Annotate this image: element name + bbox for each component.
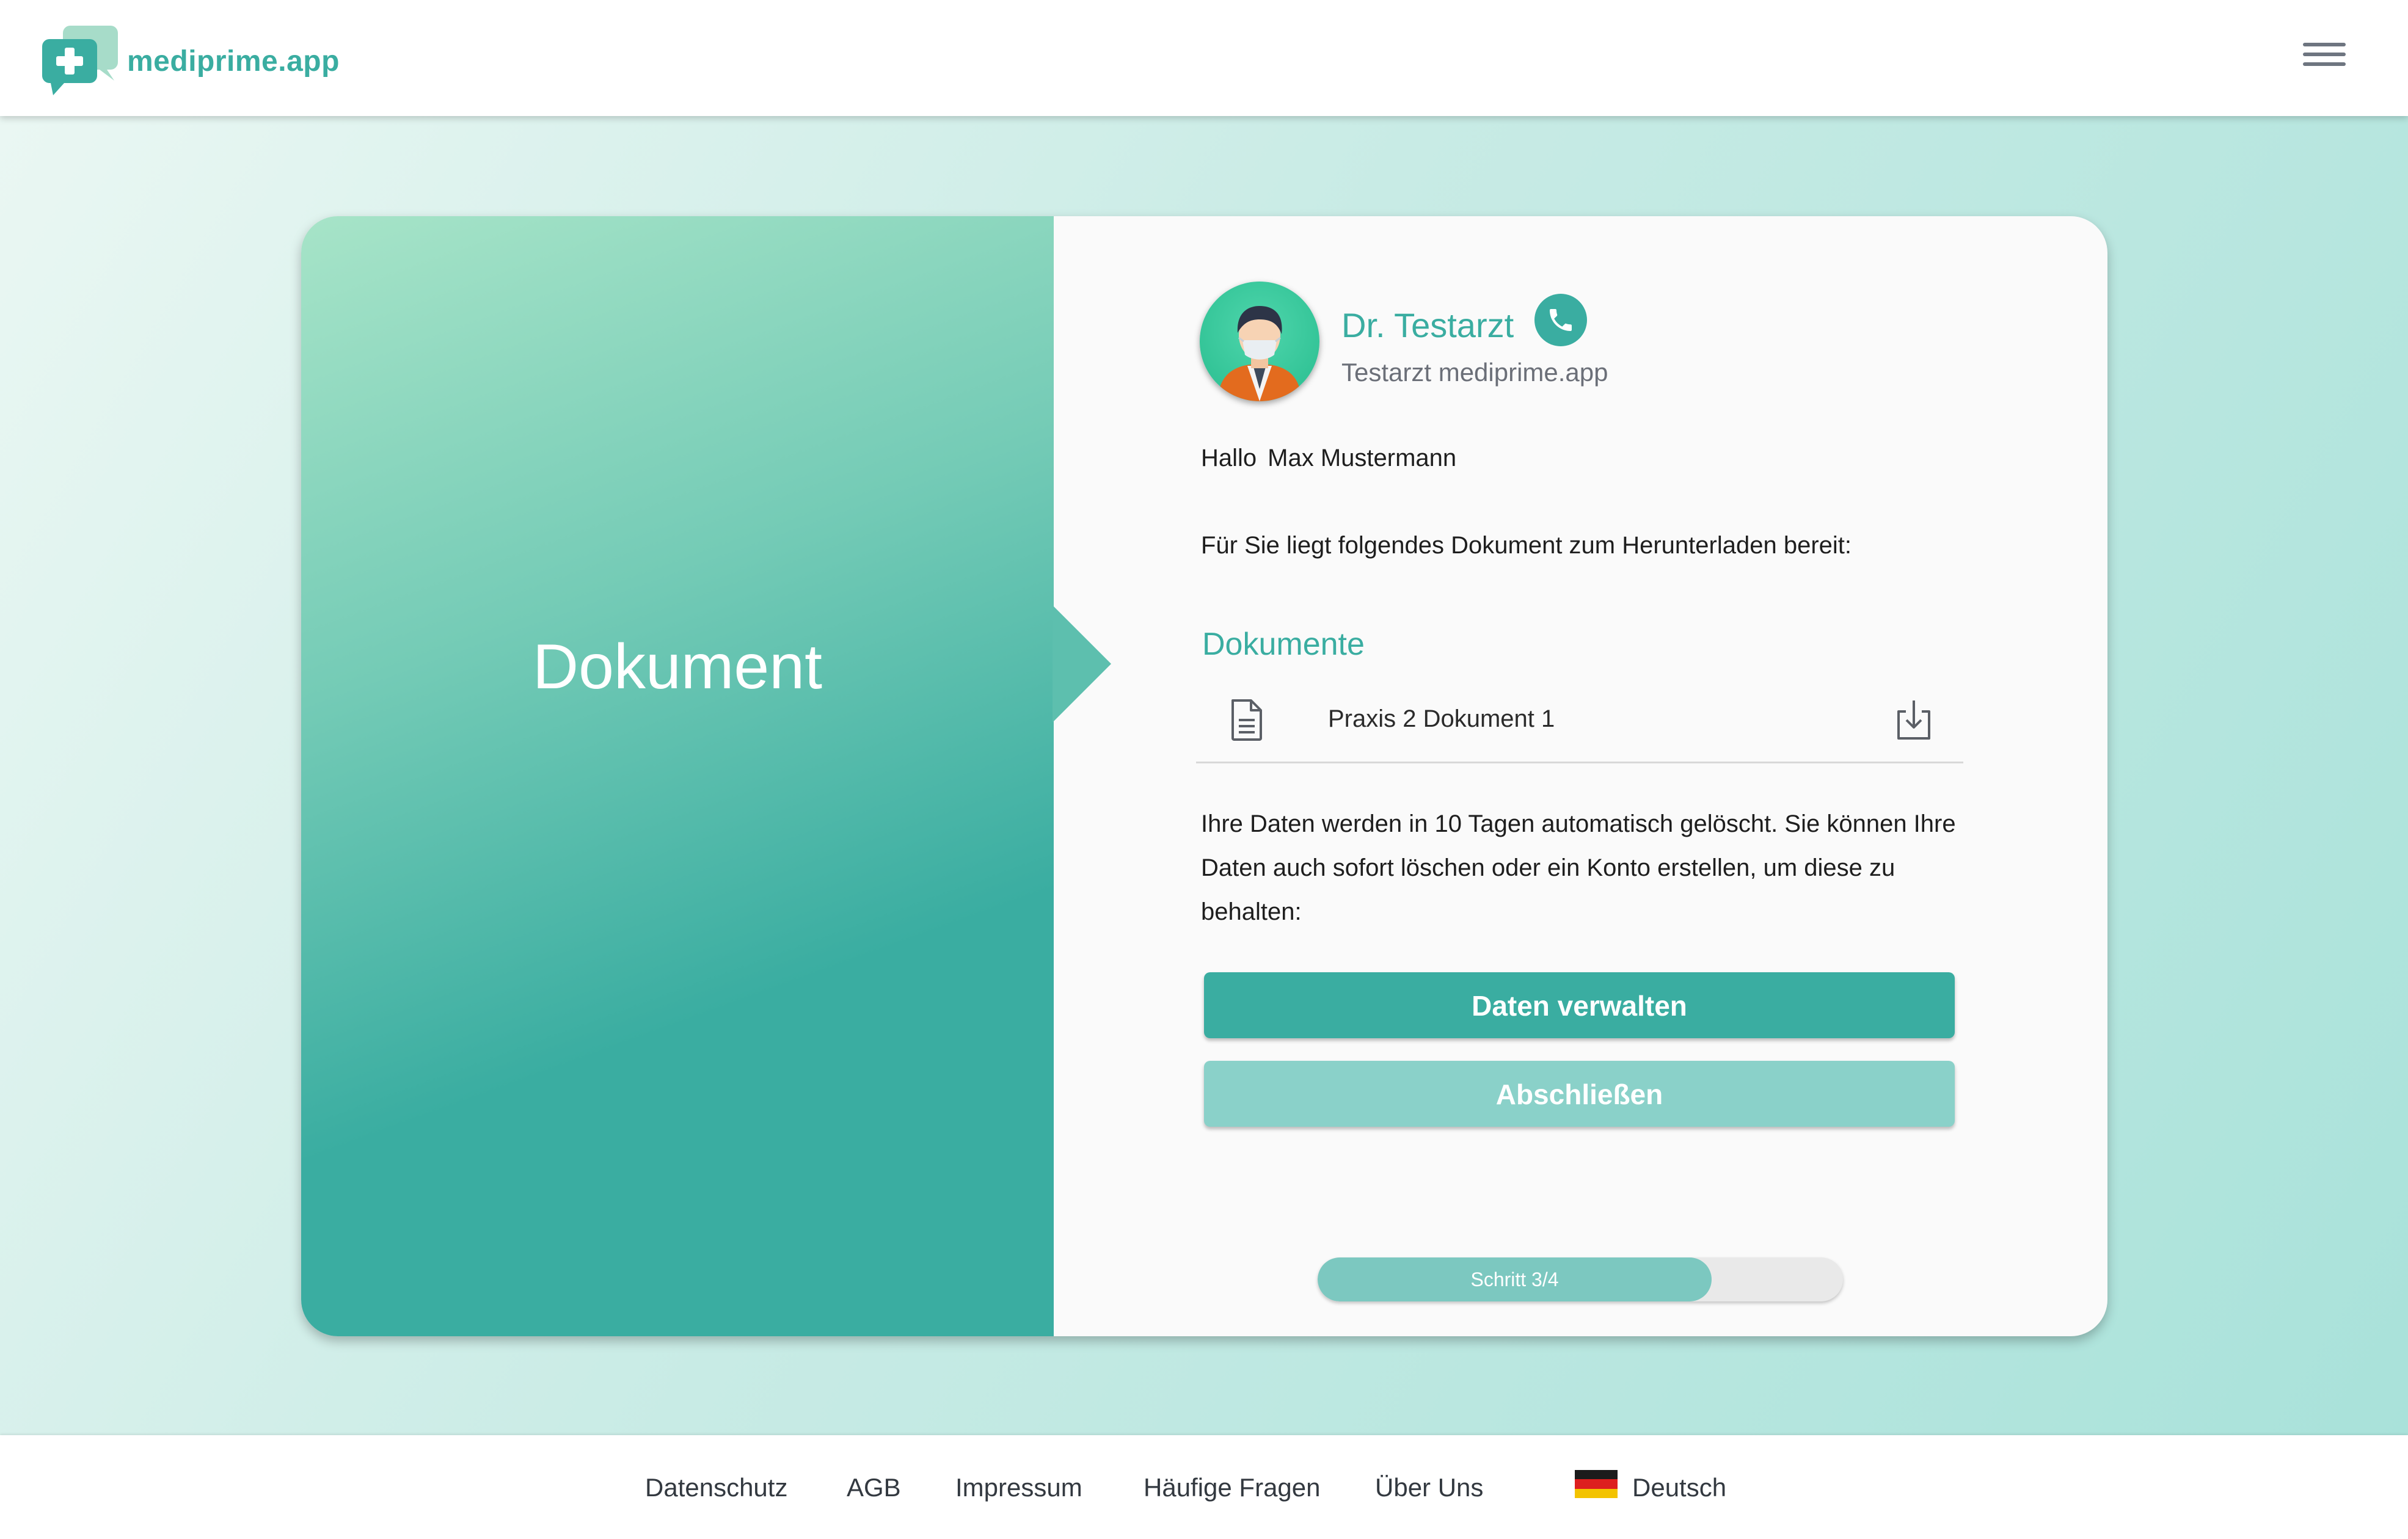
brand-name: mediprime.app	[127, 45, 340, 78]
step-progress-bar: Schritt 3/4	[1318, 1257, 1843, 1301]
intro-text: Für Sie liegt folgendes Dokument zum Her…	[1201, 532, 1852, 559]
footer-link-about[interactable]: Über Uns	[1375, 1473, 1483, 1502]
top-bar: mediprime.app	[0, 0, 2408, 116]
greeting-name: Max Mustermann	[1268, 445, 1457, 471]
footer-link-impressum[interactable]: Impressum	[955, 1473, 1082, 1502]
progress-label: Schritt 3/4	[1470, 1268, 1559, 1290]
documents-heading: Dokumente	[1202, 627, 1365, 662]
card-left-panel	[301, 216, 1054, 1336]
doctor-avatar	[1200, 282, 1319, 401]
greeting: Hallo Max Mustermann	[1201, 445, 1456, 472]
hamburger-menu-icon[interactable]	[2303, 43, 2346, 73]
greeting-hello: Hallo	[1201, 445, 1257, 471]
footer: Datenschutz AGB Impressum Häufige Fragen…	[0, 1435, 2408, 1539]
phone-icon[interactable]	[1534, 294, 1587, 346]
deletion-notice: Ihre Daten werden in 10 Tagen automatisc…	[1201, 810, 1956, 925]
doctor-subtitle: Testarzt mediprime.app	[1341, 358, 1608, 387]
finish-button[interactable]: Abschließen	[1204, 1061, 1955, 1127]
language-selector[interactable]: Deutsch	[1632, 1473, 1726, 1502]
panel-title: Dokument	[533, 631, 822, 702]
german-flag-icon[interactable]	[1575, 1470, 1618, 1498]
document-row[interactable]: Praxis 2 Dokument 1	[1196, 686, 1963, 763]
file-text-icon	[1231, 699, 1262, 741]
footer-link-faq[interactable]: Häufige Fragen	[1144, 1473, 1321, 1502]
document-card	[301, 216, 2107, 1336]
footer-link-agb[interactable]: AGB	[847, 1473, 901, 1502]
footer-link-datenschutz[interactable]: Datenschutz	[645, 1473, 787, 1502]
manage-data-button[interactable]: Daten verwalten	[1204, 972, 1955, 1038]
doctor-name: Dr. Testarzt	[1341, 306, 1514, 344]
doctor-icon	[1218, 306, 1301, 401]
download-icon[interactable]	[1895, 698, 1933, 742]
panel-pointer	[1053, 605, 1111, 722]
document-name: Praxis 2 Dokument 1	[1328, 705, 1555, 732]
medical-chat-logo-icon	[42, 26, 118, 95]
brand-logo[interactable]: mediprime.app	[38, 24, 381, 98]
